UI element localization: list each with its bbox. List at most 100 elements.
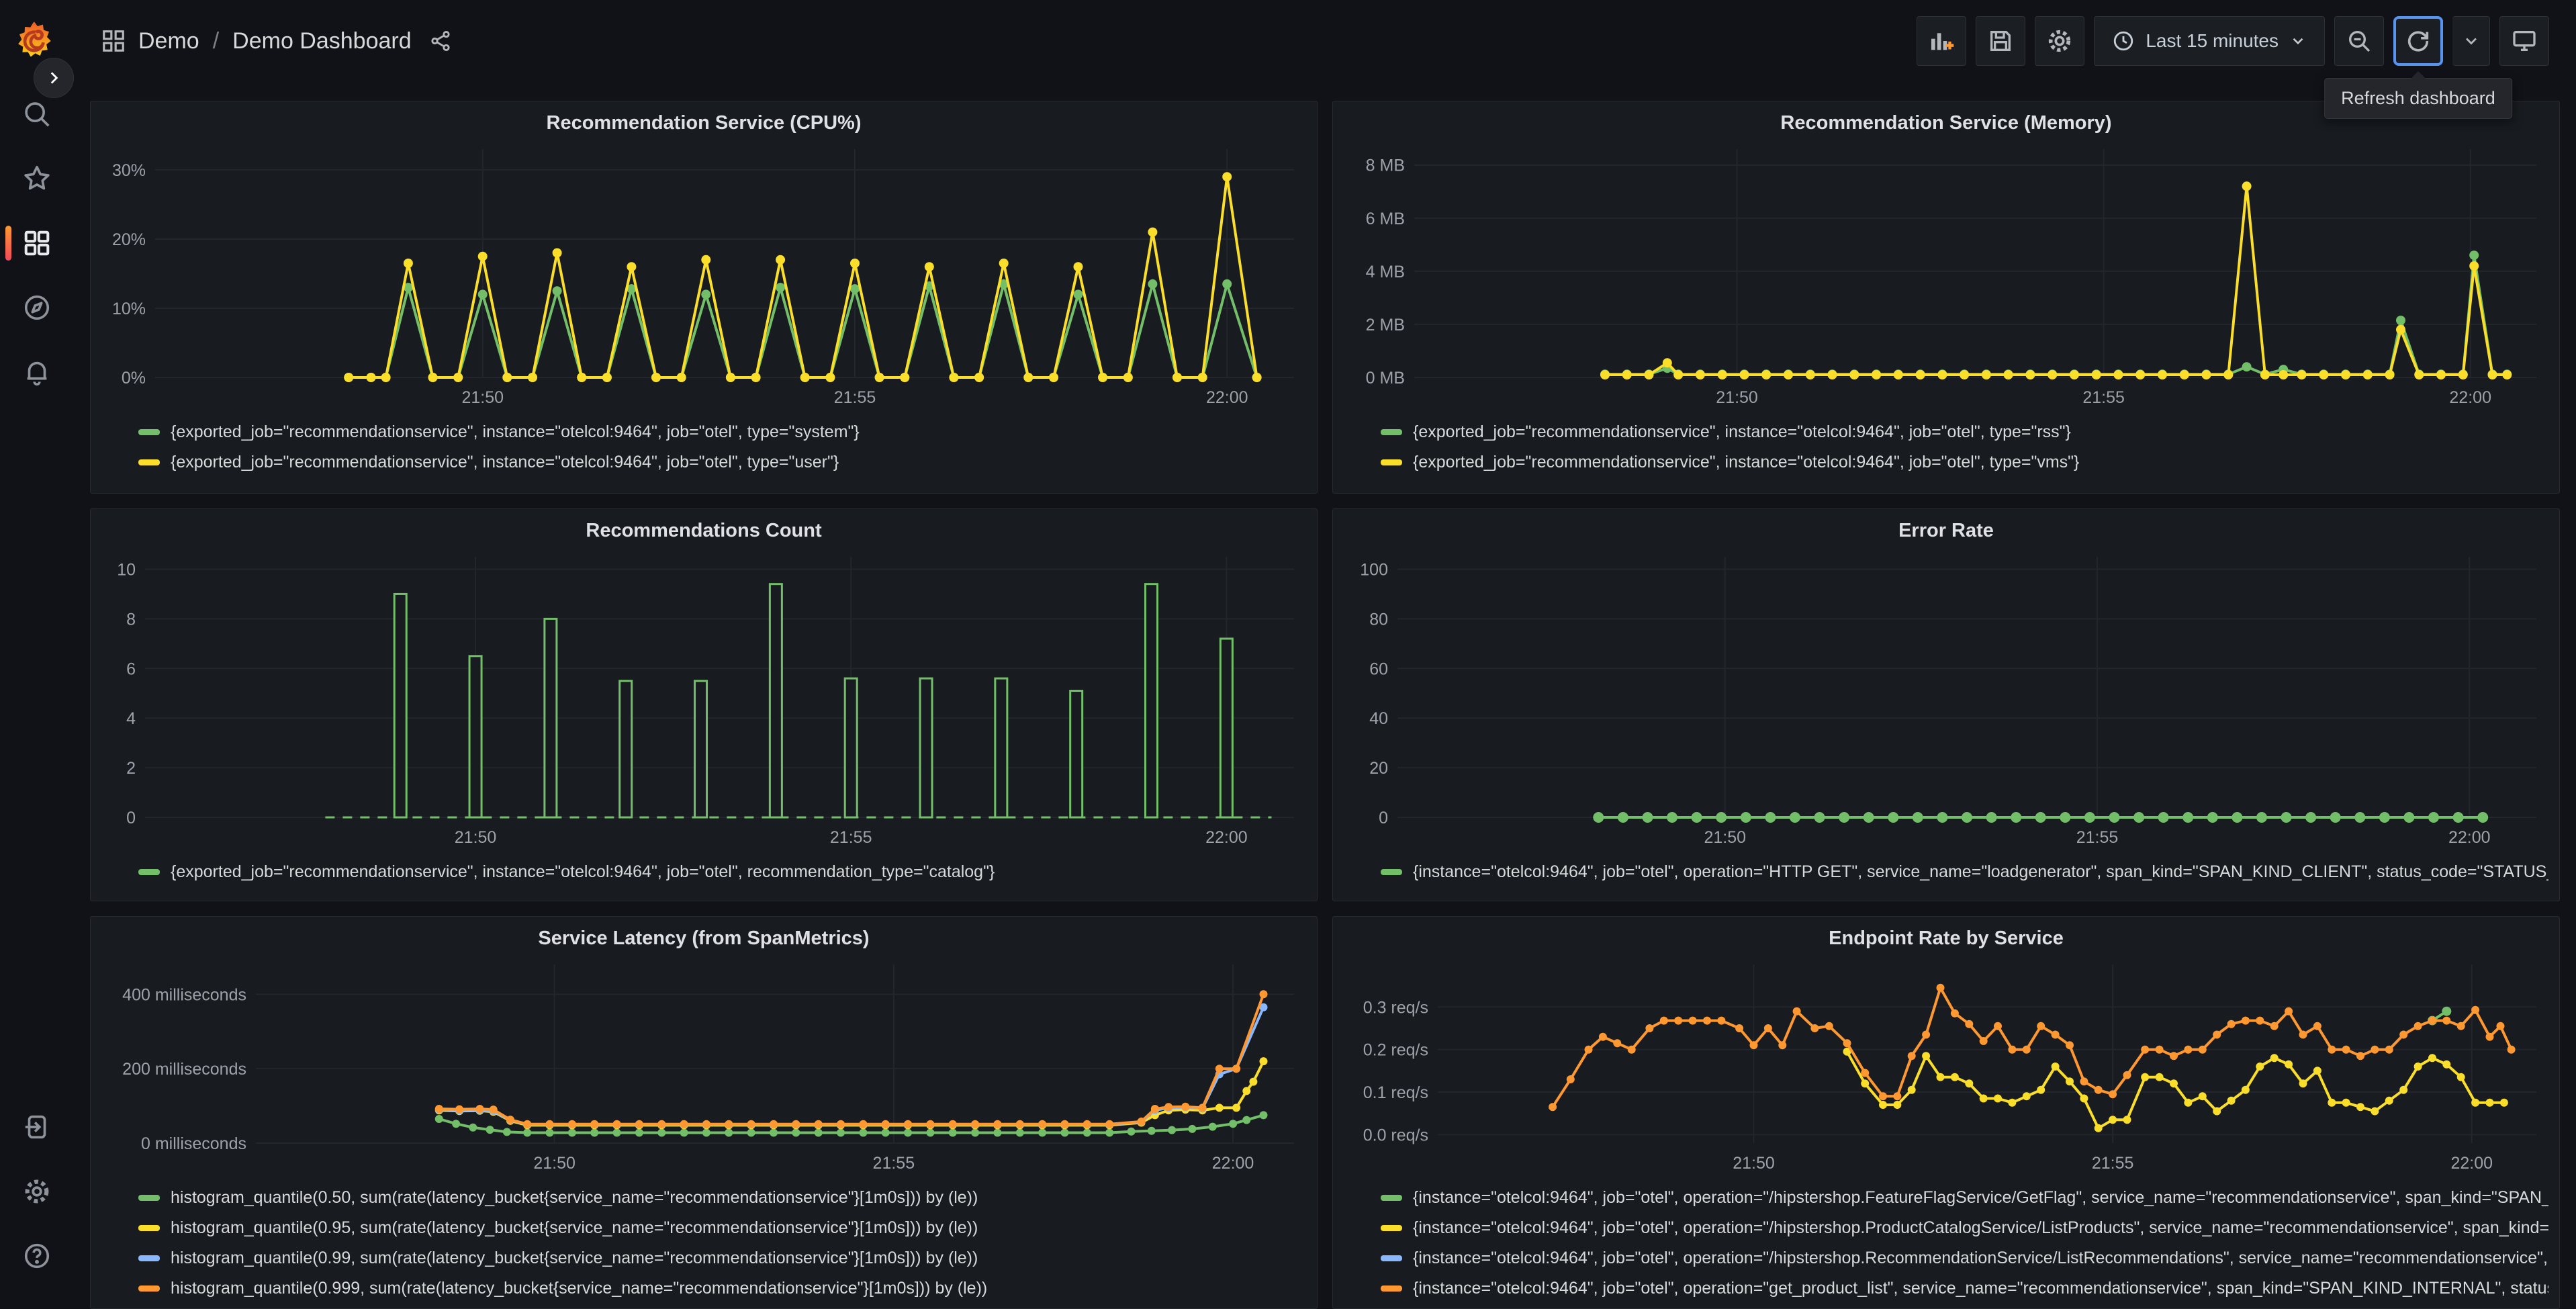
sidebar-item-help[interactable]	[0, 1224, 74, 1288]
svg-text:21:50: 21:50	[1704, 828, 1746, 847]
svg-text:22:00: 22:00	[1212, 1154, 1254, 1173]
refresh-dashboard-button[interactable]	[2393, 16, 2443, 66]
svg-text:6: 6	[126, 660, 136, 678]
time-series-chart[interactable]: 0.0 req/s 0.1 req/s 0.2 req/s 0.3 req/s 21:5…	[1344, 954, 2548, 1179]
legend-item[interactable]: {exported_job="recommendationservice", i…	[1381, 447, 2548, 478]
time-series-chart[interactable]: 0 20 40 60 80 100 21:50 21:55 22:00	[1344, 546, 2548, 853]
svg-text:21:50: 21:50	[533, 1154, 576, 1173]
legend-item[interactable]: {exported_job="recommendationservice", i…	[138, 417, 1306, 447]
top-navigation-bar: Demo / Demo Dashboard Last 15 minutes Re…	[0, 0, 2576, 119]
chevron-right-icon	[50, 72, 58, 84]
svg-text:22:00: 22:00	[2448, 828, 2491, 847]
svg-text:0%: 0%	[122, 369, 146, 388]
legend-series-swatch	[1381, 1195, 1402, 1201]
compass-icon	[24, 295, 50, 320]
panel-title[interactable]: Error Rate	[1344, 514, 2548, 546]
legend-series-label: histogram_quantile(0.999, sum(rate(laten…	[171, 1279, 988, 1298]
panel-recommendation-service-memory: Recommendation Service (Memory) 0 MB 2 MB…	[1332, 101, 2560, 494]
time-series-chart[interactable]: 0% 10% 20% 30% 21:50 21:55 22:00	[101, 138, 1306, 413]
add-panel-button[interactable]	[1917, 16, 1967, 66]
legend-item[interactable]: {exported_job="recommendationservice", i…	[1381, 417, 2548, 447]
legend-series-label: histogram_quantile(0.95, sum(rate(latenc…	[171, 1218, 978, 1237]
time-series-chart[interactable]: 0 milliseconds 200 milliseconds 400 millis…	[101, 954, 1306, 1179]
sidebar-item-alerting[interactable]	[0, 340, 74, 404]
svg-text:21:50: 21:50	[455, 828, 497, 847]
sidebar-item-explore[interactable]	[0, 275, 74, 340]
legend-item[interactable]: histogram_quantile(0.999, sum(rate(laten…	[138, 1273, 1306, 1304]
legend-series-label: {instance="otelcol:9464", job="otel", op…	[1413, 1279, 2548, 1298]
legend-series-label: {exported_job="recommendationservice", i…	[171, 422, 860, 441]
svg-text:400 milliseconds: 400 milliseconds	[122, 985, 246, 1004]
dashboards-icon	[24, 230, 50, 256]
time-range-picker[interactable]: Last 15 minutes	[2094, 16, 2325, 66]
svg-text:60: 60	[1369, 660, 1388, 678]
dashboard-settings-button[interactable]	[2035, 16, 2085, 66]
legend: {exported_job="recommendationservice", i…	[138, 417, 1306, 478]
svg-text:21:50: 21:50	[1716, 388, 1758, 407]
svg-text:21:55: 21:55	[2076, 828, 2119, 847]
svg-text:0 milliseconds: 0 milliseconds	[141, 1134, 246, 1153]
legend-series-swatch	[138, 1225, 160, 1231]
breadcrumb-page-title[interactable]: Demo Dashboard	[232, 28, 411, 54]
legend-series-label: {instance="otelcol:9464", job="otel", op…	[1413, 1218, 2548, 1237]
svg-text:10: 10	[117, 560, 136, 579]
legend-item[interactable]: histogram_quantile(0.50, sum(rate(latenc…	[138, 1183, 1306, 1213]
chevron-down-icon	[2465, 38, 2477, 45]
sidebar-item-sign-in[interactable]	[0, 1095, 74, 1159]
legend: {instance="otelcol:9464", job="otel", op…	[1381, 857, 2548, 887]
svg-text:21:55: 21:55	[834, 388, 876, 407]
legend-series-label: {exported_job="recommendationservice", i…	[1413, 422, 2071, 441]
panel-recommendations-count: Recommendations Count 0 2 4 6 8 10 21:50 21:55 2…	[90, 508, 1318, 901]
svg-text:0: 0	[126, 809, 136, 827]
zoom-out-time-button[interactable]	[2334, 16, 2384, 66]
refresh-button-group: Refresh dashboard	[2324, 16, 2512, 119]
legend: {instance="otelcol:9464", job="otel", op…	[1381, 1183, 2548, 1304]
panel-title[interactable]: Recommendations Count	[101, 514, 1306, 546]
panel-title[interactable]: Recommendation Service (CPU%)	[101, 107, 1306, 138]
svg-text:0.1 req/s: 0.1 req/s	[1363, 1083, 1428, 1102]
legend-series-label: {instance="otelcol:9464", job="otel", op…	[1413, 1249, 2548, 1267]
legend-item[interactable]: {instance="otelcol:9464", job="otel", op…	[1381, 857, 2548, 887]
sidebar-item-starred[interactable]	[0, 146, 74, 211]
legend-series-swatch	[138, 1255, 160, 1261]
svg-text:21:55: 21:55	[2092, 1154, 2134, 1173]
refresh-interval-dropdown[interactable]	[2452, 16, 2490, 66]
bar-chart[interactable]: 0 2 4 6 8 10 21:50 21:55 22:00	[101, 546, 1306, 853]
clock-icon	[2114, 31, 2133, 51]
help-icon	[24, 1243, 50, 1269]
legend-item[interactable]: histogram_quantile(0.95, sum(rate(latenc…	[138, 1213, 1306, 1243]
legend-item[interactable]: histogram_quantile(0.99, sum(rate(latenc…	[138, 1243, 1306, 1273]
svg-text:21:55: 21:55	[2082, 388, 2125, 407]
cycle-view-mode-button[interactable]	[2499, 16, 2549, 66]
legend-series-swatch	[1381, 459, 1402, 465]
svg-text:40: 40	[1369, 709, 1388, 728]
panel-title[interactable]: Endpoint Rate by Service	[1344, 922, 2548, 954]
sidebar-item-configuration[interactable]	[0, 1159, 74, 1224]
legend-item[interactable]: {instance="otelcol:9464", job="otel", op…	[1381, 1183, 2548, 1213]
legend-series-label: histogram_quantile(0.50, sum(rate(latenc…	[171, 1188, 978, 1207]
legend-series-swatch	[138, 429, 160, 435]
search-icon	[25, 102, 50, 127]
refresh-tooltip: Refresh dashboard	[2324, 78, 2512, 119]
time-series-chart[interactable]: 0 MB 2 MB 4 MB 6 MB 8 MB 21:50 21:55 22:00	[1344, 138, 2548, 413]
save-dashboard-button[interactable]	[1976, 16, 2026, 66]
sidebar-item-dashboards[interactable]	[0, 211, 74, 275]
share-icon[interactable]	[429, 30, 452, 52]
svg-text:80: 80	[1369, 610, 1388, 629]
legend-item[interactable]: {exported_job="recommendationservice", i…	[138, 857, 1306, 887]
svg-text:0 MB: 0 MB	[1366, 369, 1405, 388]
star-icon	[24, 165, 50, 190]
toolbar-actions: Last 15 minutes Refresh dashboard	[1917, 16, 2549, 119]
legend-series-swatch	[1381, 1285, 1402, 1292]
legend-series-swatch	[138, 459, 160, 465]
grafana-logo[interactable]	[12, 19, 56, 63]
expand-sidebar-button[interactable]	[34, 58, 74, 98]
legend-item[interactable]: {instance="otelcol:9464", job="otel", op…	[1381, 1243, 2548, 1273]
panel-title[interactable]: Service Latency (from SpanMetrics)	[101, 922, 1306, 954]
legend-item[interactable]: {instance="otelcol:9464", job="otel", op…	[1381, 1273, 2548, 1304]
legend-item[interactable]: {exported_job="recommendationservice", i…	[138, 447, 1306, 478]
svg-text:21:50: 21:50	[461, 388, 504, 407]
legend-item[interactable]: {instance="otelcol:9464", job="otel", op…	[1381, 1213, 2548, 1243]
legend-series-swatch	[1381, 429, 1402, 435]
breadcrumb-section[interactable]: Demo	[138, 28, 199, 54]
